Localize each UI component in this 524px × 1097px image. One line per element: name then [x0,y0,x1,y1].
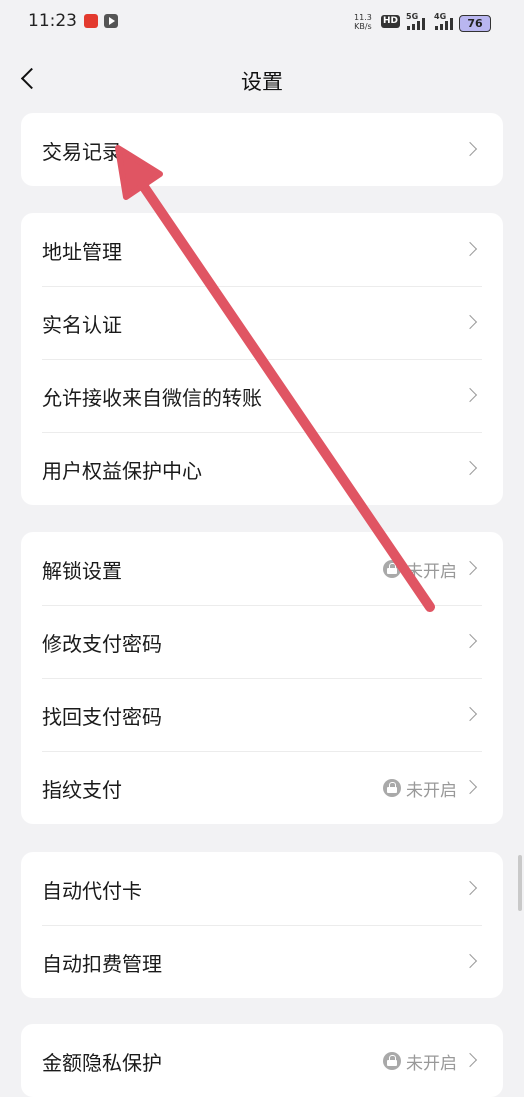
status-time: 11:23 [28,11,77,31]
battery-icon: 76 [459,15,491,32]
row-label: 自动扣费管理 [42,952,162,976]
row-label: 允许接收来自微信的转账 [42,386,262,410]
row-label: 实名认证 [42,313,122,337]
hd-icon: HD [381,15,401,28]
row-auto-payment-card[interactable]: 自动代付卡 [21,852,503,925]
lock-icon [383,779,401,797]
chevron-right-icon [462,1052,478,1068]
row-fingerprint-payment[interactable]: 指纹支付 未开启 [21,751,503,824]
signal-icon-2 [435,17,457,30]
network-speed-value: 11.3 [354,13,372,22]
video-app-icon [104,14,118,28]
chevron-right-icon [462,560,478,576]
status-indicator: 未开启 [383,558,457,582]
row-allow-wechat-transfer[interactable]: 允许接收来自微信的转账 [21,359,503,432]
row-auto-deduction-management[interactable]: 自动扣费管理 [21,925,503,998]
chevron-right-icon [462,706,478,722]
lock-icon [383,1052,401,1070]
status-bar: 11:23 11.3 KB/s HD 5G 4G 76 [0,0,524,44]
row-address-management[interactable]: 地址管理 [21,213,503,286]
chevron-right-icon [462,141,478,157]
chevron-right-icon [462,779,478,795]
row-recover-payment-password[interactable]: 找回支付密码 [21,678,503,751]
app-notification-icon [84,14,98,28]
status-indicator: 未开启 [383,1050,457,1074]
chevron-right-icon [462,953,478,969]
status-text: 未开启 [406,1053,457,1074]
status-indicator: 未开启 [383,777,457,801]
row-label: 找回支付密码 [42,705,162,729]
chevron-right-icon [462,633,478,649]
row-label: 指纹支付 [42,778,122,802]
row-label: 自动代付卡 [42,879,142,903]
status-text: 未开启 [406,561,457,582]
row-label: 金额隐私保护 [42,1051,162,1075]
settings-card-privacy: 金额隐私保护 未开启 [21,1024,503,1097]
row-label: 地址管理 [42,240,122,264]
row-label: 用户权益保护中心 [42,459,202,483]
chevron-right-icon [462,460,478,476]
chevron-right-icon [462,880,478,896]
scrollbar[interactable] [518,855,522,911]
settings-card-autopay: 自动代付卡 自动扣费管理 [21,852,503,998]
page-title: 设置 [241,70,283,94]
chevron-right-icon [462,314,478,330]
settings-card-transactions: 交易记录 [21,113,503,186]
settings-card-security: 解锁设置 未开启 修改支付密码 找回支付密码 指纹支付 未开启 [21,532,503,824]
chevron-right-icon [462,241,478,257]
row-user-rights-center[interactable]: 用户权益保护中心 [21,432,503,505]
row-unlock-settings[interactable]: 解锁设置 未开启 [21,532,503,605]
network-speed: 11.3 KB/s [354,13,372,31]
network-speed-unit: KB/s [354,22,372,31]
lock-icon [383,560,401,578]
settings-card-account: 地址管理 实名认证 允许接收来自微信的转账 用户权益保护中心 [21,213,503,505]
chevron-right-icon [462,387,478,403]
row-label: 解锁设置 [42,559,122,583]
row-transaction-records[interactable]: 交易记录 [21,113,503,186]
row-change-payment-password[interactable]: 修改支付密码 [21,605,503,678]
row-real-name-verification[interactable]: 实名认证 [21,286,503,359]
signal-icon [407,17,429,30]
row-amount-privacy-protection[interactable]: 金额隐私保护 未开启 [21,1024,503,1097]
row-label: 交易记录 [42,140,122,164]
status-text: 未开启 [406,780,457,801]
row-label: 修改支付密码 [42,632,162,656]
